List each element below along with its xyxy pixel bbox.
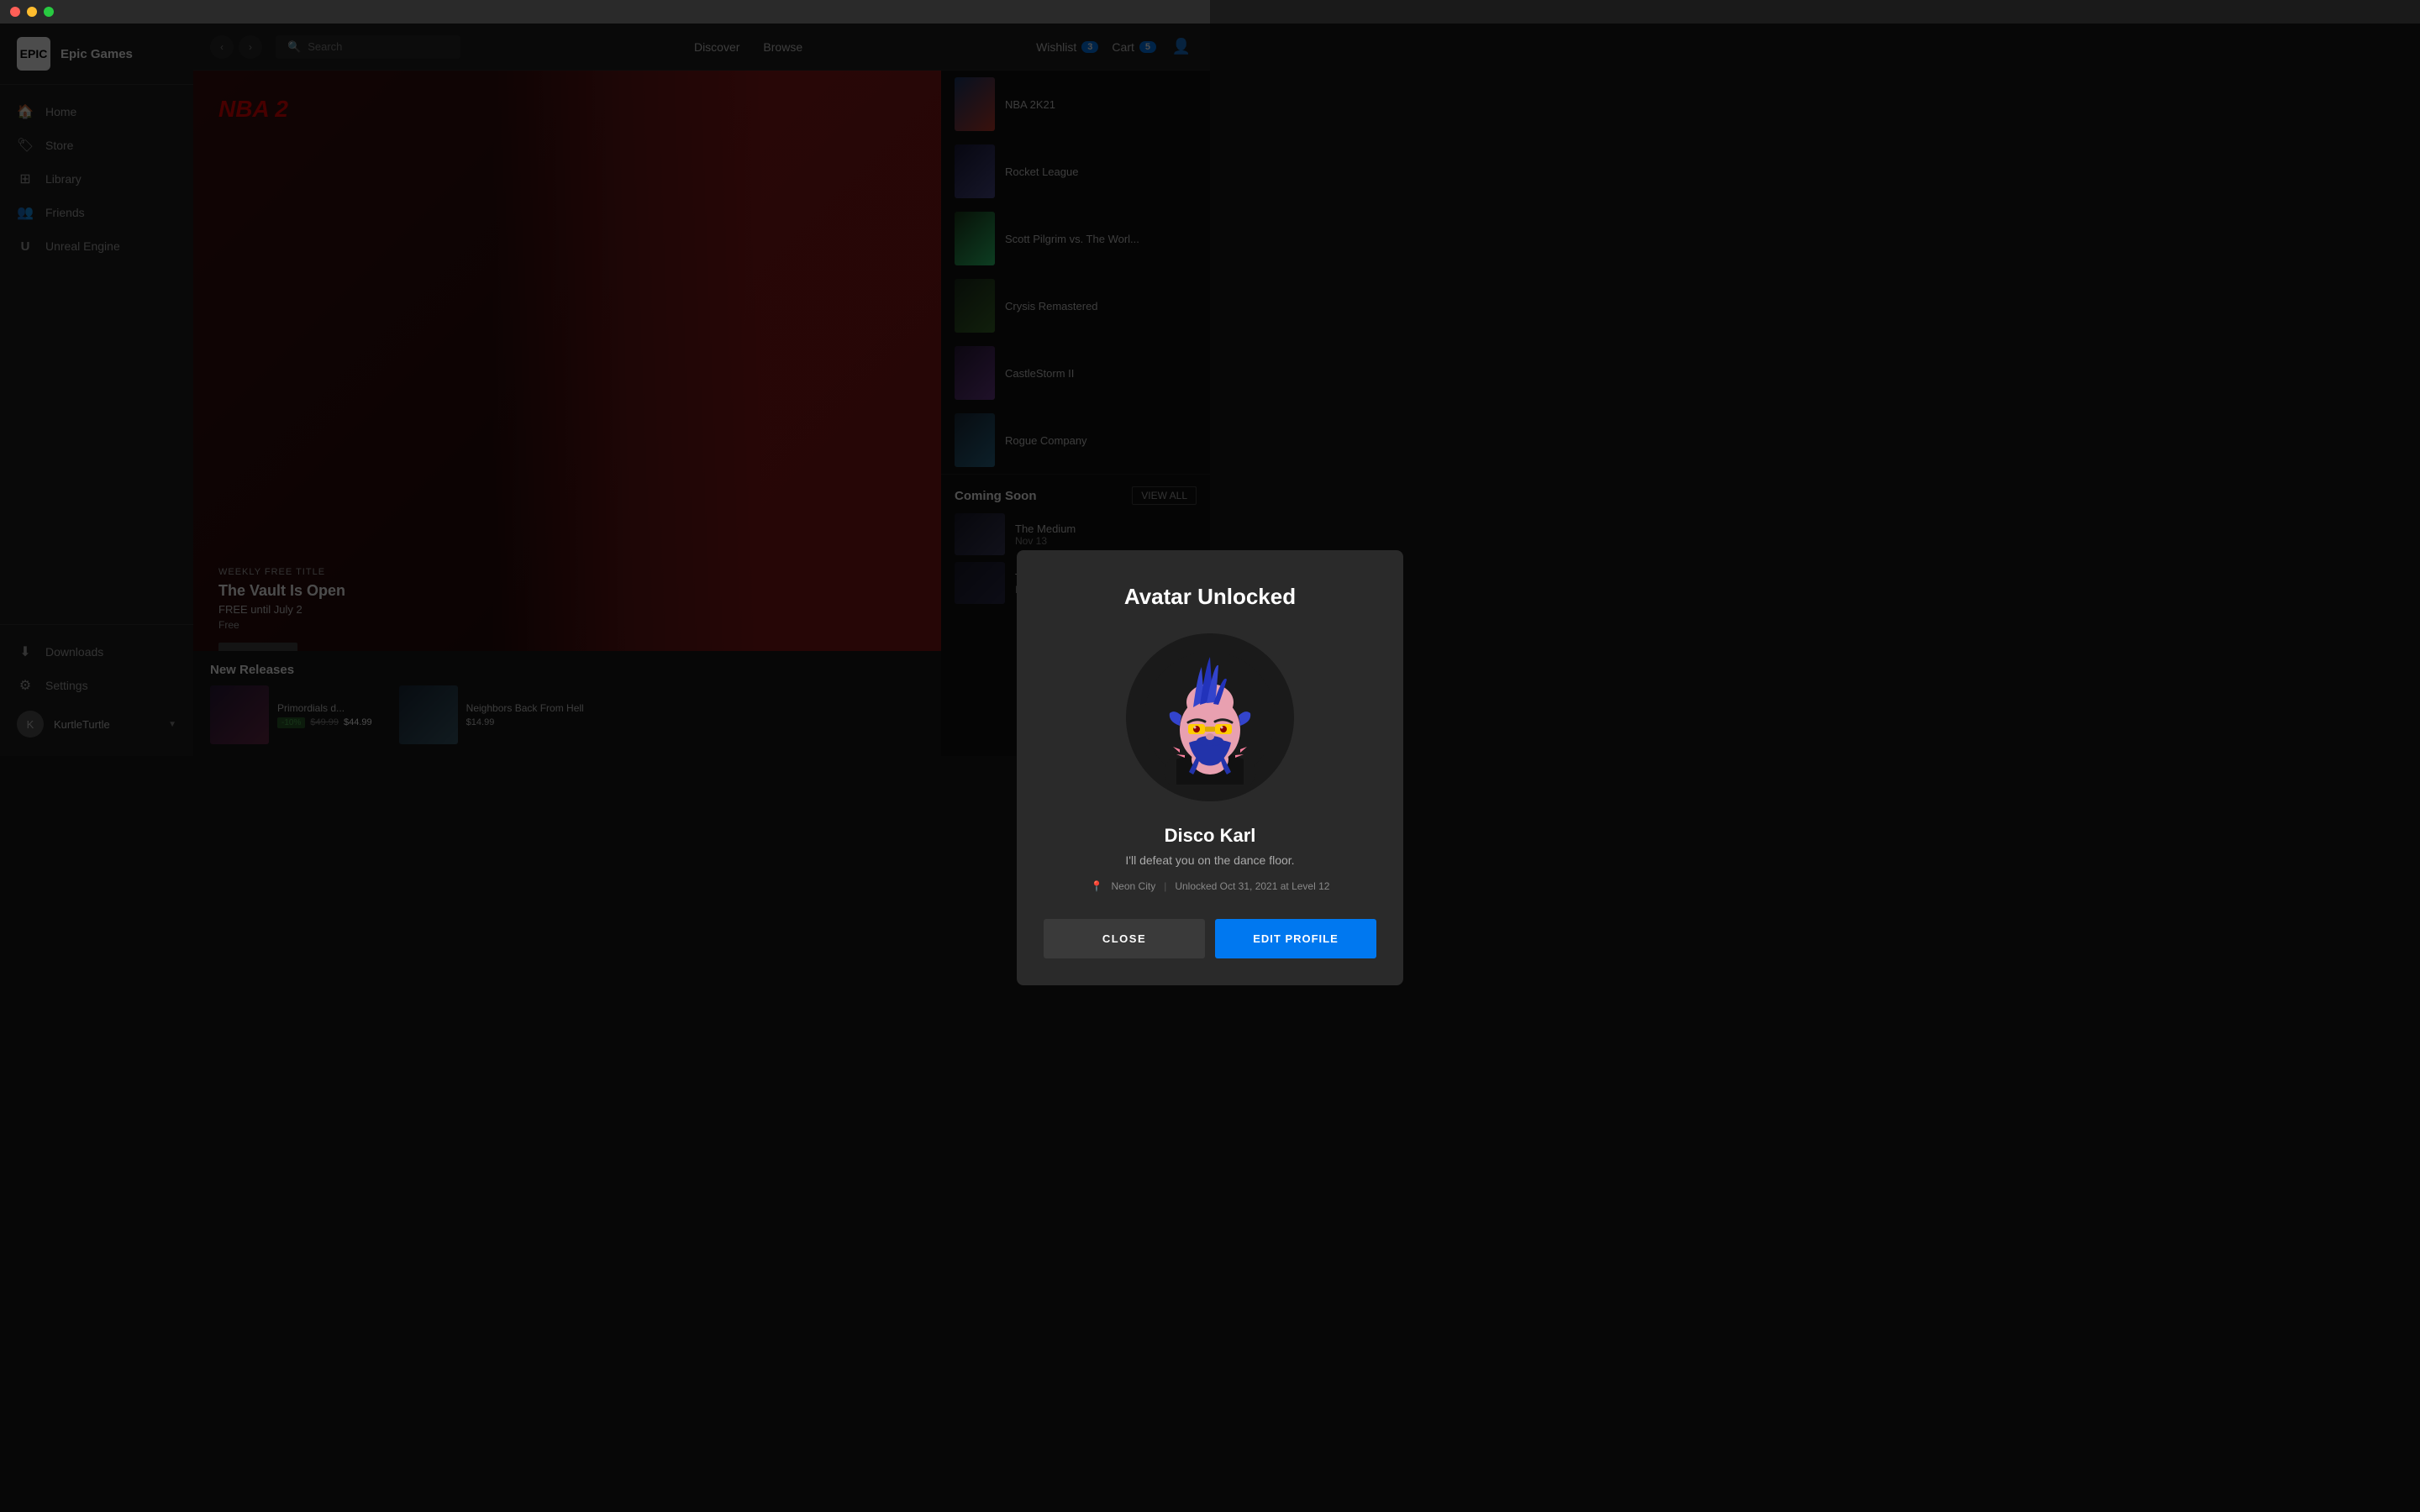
avatar-unlocked-modal: Avatar Unlocked — [1017, 550, 1403, 985]
avatar-image — [1126, 633, 1294, 801]
modal-buttons: CLOSE EDIT PROFILE — [1044, 919, 1376, 958]
avatar-name: Disco Karl — [1165, 825, 1256, 847]
unlock-info: Unlocked Oct 31, 2021 at Level 12 — [1175, 880, 1329, 892]
title-bar — [0, 0, 1210, 24]
location-icon: 📍 — [1091, 880, 1103, 892]
modal-title: Avatar Unlocked — [1124, 584, 1296, 610]
minimize-window-button[interactable] — [27, 7, 37, 17]
modal-overlay[interactable]: Avatar Unlocked — [0, 24, 2420, 1512]
close-button[interactable]: CLOSE — [1044, 919, 1205, 958]
maximize-window-button[interactable] — [44, 7, 54, 17]
avatar-location: Neon City — [1112, 880, 1156, 892]
avatar-meta: 📍 Neon City | Unlocked Oct 31, 2021 at L… — [1091, 880, 1330, 892]
avatar-description: I'll defeat you on the dance floor. — [1125, 853, 1294, 867]
edit-profile-button[interactable]: EDIT PROFILE — [1215, 919, 1376, 958]
close-window-button[interactable] — [10, 7, 20, 17]
avatar-svg — [1143, 650, 1277, 785]
